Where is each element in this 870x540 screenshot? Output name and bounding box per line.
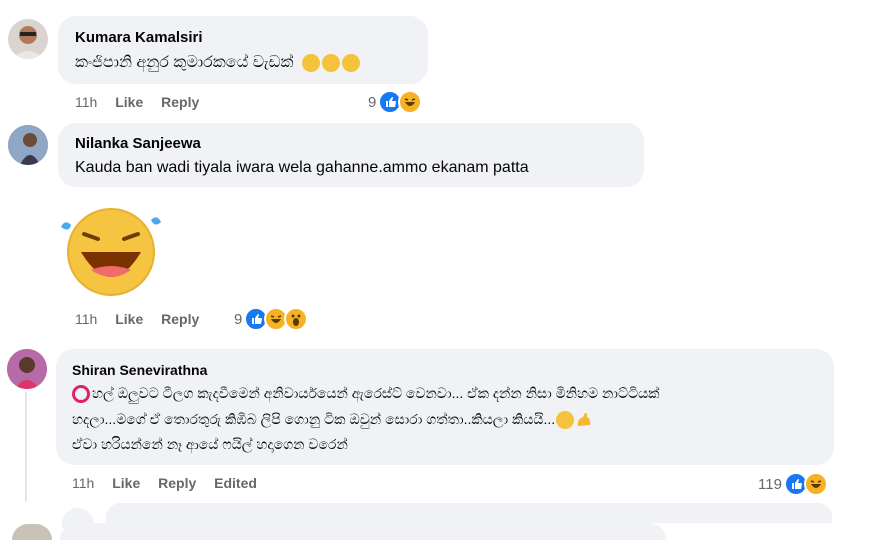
- rolling-laughing-emoji-icon: [341, 54, 360, 72]
- partial-avatar[interactable]: [12, 524, 52, 540]
- reaction-summary[interactable]: 9: [368, 90, 423, 114]
- comment-line-1: හල් ඔලුවට ටීලග කැදවීමෙන් අනිවාර්යයෙන් ඇර…: [72, 385, 660, 404]
- comment-line-2: හදලා...මගේ ඒ තොරතුරු කිඹිබ ලිපි ගොනු ටික…: [72, 411, 593, 430]
- reaction-count: 119: [758, 475, 782, 493]
- reaction-count: 9: [234, 310, 243, 328]
- comment-author[interactable]: Nilanka Sanjeewa: [75, 135, 201, 152]
- comment-line-3: ඒවා හරියන්නේ නෑ ආයේ ෆයිල් හදාගෙන වරෙන්: [72, 436, 348, 452]
- like-button[interactable]: Like: [115, 311, 143, 327]
- avatar[interactable]: [8, 19, 48, 59]
- comment-author[interactable]: Kumara Kamalsiri: [75, 29, 203, 46]
- rolling-laughing-emoji-icon: [301, 54, 320, 72]
- comment-actions: 11h Like Reply: [75, 94, 213, 110]
- like-button[interactable]: Like: [115, 94, 143, 110]
- haha-sticker-icon: [56, 202, 166, 297]
- reaction-summary[interactable]: 119: [758, 472, 828, 496]
- avatar[interactable]: [8, 125, 48, 165]
- haha-reaction-icon: [398, 90, 423, 114]
- comment-text-content: කංජිපානි අනුර කුමාරකයේ වැඩක්: [75, 54, 294, 72]
- comment-bubble: [58, 16, 428, 84]
- like-button[interactable]: Like: [112, 475, 140, 491]
- comment-author[interactable]: Shiran Senevirathna: [72, 362, 207, 378]
- comment-time[interactable]: 11h: [75, 94, 97, 110]
- comment-time[interactable]: 11h: [72, 475, 94, 491]
- comment-text: කංජිපානි අනුර කුමාරකයේ වැඩක්: [75, 54, 361, 72]
- avatar-photo: [7, 349, 47, 389]
- reaction-summary[interactable]: 9: [234, 307, 309, 331]
- thread-line: [25, 392, 27, 502]
- reply-button[interactable]: Reply: [161, 311, 199, 327]
- haha-reaction-icon: [803, 472, 828, 496]
- avatar[interactable]: [7, 349, 47, 389]
- comment-line-text: හදලා...මගේ ඒ තොරතුරු කිඹිබ ලිපි ගොනු ටික…: [72, 411, 556, 427]
- reply-preview-bubble: [106, 503, 832, 523]
- red-circle-icon: [72, 385, 90, 404]
- wow-reaction-icon: [284, 307, 309, 331]
- reaction-count: 9: [368, 93, 377, 111]
- reply-button[interactable]: Reply: [161, 94, 199, 110]
- avatar-photo: [12, 26, 44, 59]
- laughing-emoji-icon: [556, 411, 575, 430]
- reply-button[interactable]: Reply: [158, 475, 196, 491]
- comment-actions: 11h Like Reply Edited: [72, 475, 271, 491]
- partial-comment-bubble: [60, 523, 666, 540]
- rolling-laughing-emoji-icon: [321, 54, 340, 72]
- comment-actions: 11h Like Reply: [75, 311, 213, 327]
- avatar-photo: [8, 125, 48, 165]
- comment-time[interactable]: 11h: [75, 311, 97, 327]
- comment-bubble: [58, 123, 644, 187]
- edited-label[interactable]: Edited: [214, 475, 257, 491]
- comment-text: Kauda ban wadi tiyala iwara wela gahanne…: [75, 159, 529, 176]
- flexed-biceps-icon: [575, 411, 593, 429]
- comment-line-text: හල් ඔලුවට ටීලග කැදවීමෙන් අනිවාර්යයෙන් ඇර…: [92, 385, 660, 401]
